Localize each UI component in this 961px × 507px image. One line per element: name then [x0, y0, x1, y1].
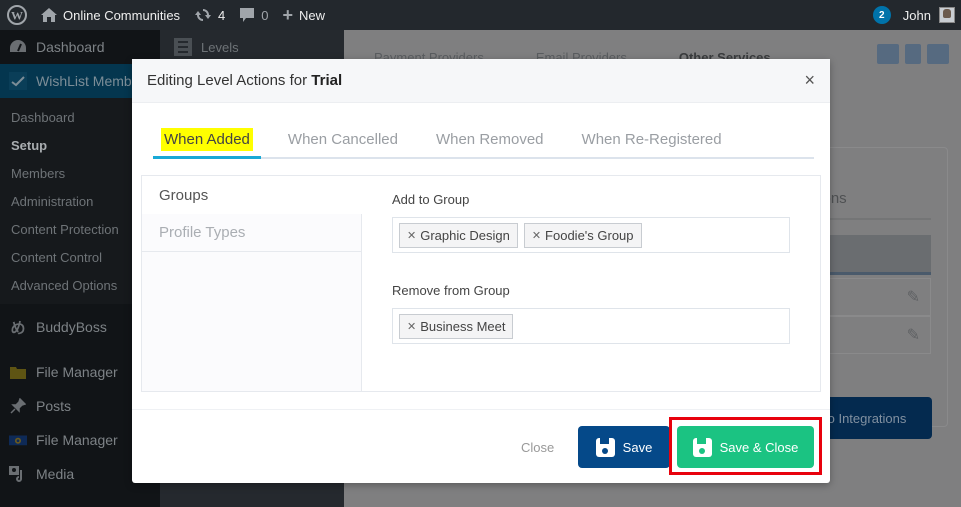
modal-header: Editing Level Actions for Trial × [132, 59, 830, 103]
tab-when-cancelled[interactable]: When Cancelled [277, 122, 409, 157]
remove-chip-icon[interactable]: ✕ [532, 229, 541, 242]
background-card: tions ✎ ✎ [814, 147, 948, 427]
tab-when-added[interactable]: When Added [153, 122, 261, 159]
group-chip: ✕ Business Meet [399, 314, 514, 339]
floppy-disk-icon [692, 437, 712, 457]
sidebar-label: BuddyBoss [36, 319, 107, 335]
admin-bar: W Online Communities 4 0 + New 2 John [0, 0, 961, 30]
vertical-tabs: Groups Profile Types [142, 176, 362, 391]
close-button[interactable]: Close [521, 440, 554, 455]
file-manager-icon [9, 431, 27, 449]
avatar[interactable] [939, 7, 955, 23]
checkmark-icon [9, 72, 27, 90]
action-tabs: When Added When Cancelled When Removed W… [153, 122, 814, 159]
video-icon [877, 44, 899, 64]
background-toolbar [877, 44, 949, 64]
level-name: Trial [311, 72, 343, 89]
new-content-link[interactable]: + New [276, 0, 333, 30]
add-to-group-label: Add to Group [392, 192, 470, 207]
level-actions-modal: Editing Level Actions for Trial × When A… [132, 59, 830, 483]
wordpress-icon: W [7, 5, 27, 25]
pushpin-icon [9, 397, 27, 415]
remove-from-group-select[interactable]: ✕ Business Meet [392, 308, 790, 344]
plus-icon: + [282, 4, 294, 25]
group-chip: ✕ Graphic Design [399, 223, 518, 248]
sidebar-label: Posts [36, 398, 72, 414]
updates-icon [194, 7, 212, 23]
remove-chip-icon[interactable]: ✕ [407, 320, 416, 333]
folder-icon [9, 363, 27, 381]
remove-chip-icon[interactable]: ✕ [407, 229, 416, 242]
svg-text:W: W [11, 9, 23, 23]
modal-footer: Close Save Save & Close [132, 409, 830, 483]
bg-integrations-button: to Integrations [814, 397, 932, 439]
home-icon [41, 8, 57, 22]
floppy-disk-icon [595, 437, 615, 457]
tab-when-removed[interactable]: When Removed [425, 122, 555, 157]
comments-count: 0 [261, 7, 269, 23]
notifications-badge[interactable]: 2 [872, 6, 891, 24]
pencil-icon: ✎ [906, 289, 920, 306]
user-mail-icon [927, 44, 949, 64]
group-fields: Add to Group ✕ Graphic Design ✕ Foodie's… [362, 176, 820, 391]
site-name: Online Communities [63, 7, 181, 23]
site-name-link[interactable]: Online Communities [34, 0, 187, 30]
buddyboss-icon: め [10, 319, 26, 337]
comments-link[interactable]: 0 [232, 0, 275, 30]
sidebar-label: Media [36, 466, 75, 482]
vtab-profile-types[interactable]: Profile Types [142, 214, 361, 252]
pencil-icon: ✎ [906, 327, 920, 344]
dashboard-icon [9, 38, 27, 56]
save-and-close-button[interactable]: Save & Close [677, 426, 814, 468]
media-icon [9, 465, 27, 483]
sidebar-label: File Manager [36, 364, 118, 380]
sidebar-label: Dashboard [36, 39, 105, 55]
search-doc-icon [905, 44, 921, 64]
new-label: New [299, 7, 326, 23]
bg-row: ✎ [815, 278, 931, 316]
comment-icon [239, 7, 255, 23]
vtab-groups[interactable]: Groups [142, 176, 362, 214]
updates-link[interactable]: 4 [187, 0, 232, 30]
bg-row: ✎ [815, 316, 931, 354]
wordpress-logo-button[interactable]: W [0, 0, 34, 30]
group-chip: ✕ Foodie's Group [523, 223, 642, 248]
user-name[interactable]: John [903, 8, 931, 23]
sidebar-label: File Manager [36, 432, 118, 448]
subnav-label: Levels [201, 39, 239, 55]
updates-count: 4 [218, 7, 226, 23]
modal-title: Editing Level Actions for Trial [147, 72, 343, 89]
remove-from-group-label: Remove from Group [392, 283, 510, 298]
save-button[interactable]: Save [578, 426, 670, 468]
sidebar-label: WishList Member [36, 73, 145, 89]
actions-body: Groups Profile Types Add to Group ✕ Grap… [141, 175, 821, 392]
add-to-group-select[interactable]: ✕ Graphic Design ✕ Foodie's Group [392, 217, 790, 253]
tab-when-re-registered[interactable]: When Re-Registered [571, 122, 733, 157]
list-icon [174, 38, 192, 56]
close-icon[interactable]: × [804, 70, 815, 91]
